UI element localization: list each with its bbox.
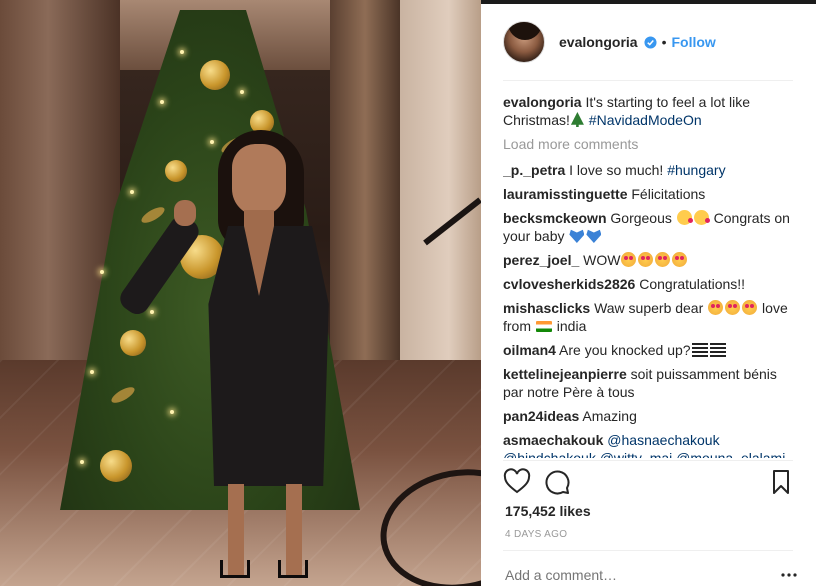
header-separator: •	[661, 34, 667, 50]
comment-bubble-icon[interactable]	[543, 468, 571, 496]
comment-text: WOW	[583, 252, 621, 268]
tree-light	[130, 190, 134, 194]
caption: evalongoria It's starting to feel a lot …	[503, 93, 795, 129]
comment-box-divider	[503, 550, 793, 551]
tree-light	[80, 460, 84, 464]
heart-eyes-emoji-icon	[621, 252, 637, 267]
tree-light	[90, 370, 94, 374]
christmas-tree-emoji-icon	[570, 112, 584, 127]
heart-eyes-emoji-icon	[742, 300, 758, 315]
comment-username[interactable]: mishasclicks	[503, 300, 590, 316]
list-item: mishasclicks Waw superb dear love from i…	[503, 299, 795, 335]
list-item: _p._petra I love so much! #hungary	[503, 161, 795, 179]
header-divider	[503, 80, 793, 81]
person-sandal	[220, 560, 250, 578]
more-options-icon[interactable]	[781, 573, 797, 577]
comment-mention[interactable]: @hindchakouk @witty_mai @mouna_elalami	[503, 450, 785, 458]
post-actions	[503, 468, 793, 498]
comment-text: india	[556, 318, 587, 334]
list-item: perez_joel_ WOW	[503, 251, 795, 269]
post-sidebar: evalongoria • Follow evalongoria It's st…	[481, 0, 816, 586]
blue-heart-emoji-icon	[569, 229, 585, 243]
tree-light	[180, 50, 184, 54]
comment-username[interactable]: asmaechakouk	[503, 432, 603, 448]
tree-light	[100, 270, 104, 274]
caption-username[interactable]: evalongoria	[503, 94, 582, 110]
likes-count[interactable]: 175,452 likes	[505, 503, 591, 519]
comment-username[interactable]: _p._petra	[503, 162, 565, 178]
gold-bauble	[100, 450, 132, 482]
list-item: oilman4 Are you knocked up?	[503, 341, 795, 359]
comment-username[interactable]: perez_joel_	[503, 252, 579, 268]
caption-hashtag[interactable]: #NavidadModeOn	[589, 112, 702, 128]
list-item: cvlovesherkids2826 Congratulations!!	[503, 275, 795, 293]
post-header: evalongoria • Follow	[481, 4, 816, 80]
comment-text: Félicitations	[631, 186, 706, 202]
unknown-glyph-emoji-icon	[691, 343, 708, 357]
comment-username[interactable]: becksmckeown	[503, 210, 607, 226]
list-item: asmaechakouk @hasnaechakouk @hindchakouk…	[503, 431, 795, 458]
heart-eyes-emoji-icon	[708, 300, 724, 315]
comment-text: Amazing	[582, 408, 637, 424]
person-waving-hand	[174, 200, 196, 226]
heart-eyes-emoji-icon	[725, 300, 741, 315]
heart-eyes-emoji-icon	[655, 252, 671, 267]
person-sandal	[278, 560, 308, 578]
list-item: pan24ideas Amazing	[503, 407, 795, 425]
comment-text: Gorgeous	[610, 210, 672, 226]
gold-bauble	[120, 330, 146, 356]
person-dress	[208, 226, 329, 486]
heart-eyes-emoji-icon	[638, 252, 654, 267]
comment-hashtag[interactable]: #hungary	[667, 162, 725, 178]
comment-username[interactable]: pan24ideas	[503, 408, 579, 424]
comment-username[interactable]: kettelinejeanpierre	[503, 366, 627, 382]
list-item: lauramisstinguette Félicitations	[503, 185, 795, 203]
bookmark-save-icon[interactable]	[767, 468, 795, 496]
comment-text: Congratulations!!	[639, 276, 746, 292]
kissing-face-emoji-icon	[676, 210, 693, 225]
kissing-face-emoji-icon	[693, 210, 710, 225]
list-item: kettelinejeanpierre soit puissamment bén…	[503, 365, 795, 401]
follow-button[interactable]: Follow	[672, 34, 716, 50]
comment-mention[interactable]: @hasnaechakouk	[607, 432, 719, 448]
tree-light	[150, 310, 154, 314]
tree-light	[240, 90, 244, 94]
unknown-glyph-emoji-icon	[709, 343, 726, 357]
blue-heart-emoji-icon	[586, 229, 602, 243]
heart-eyes-emoji-icon	[672, 252, 688, 267]
header-username[interactable]: evalongoria	[559, 34, 638, 50]
person-in-black-dress	[115, 130, 370, 586]
add-comment-input[interactable]	[505, 567, 755, 583]
like-heart-icon[interactable]	[503, 468, 531, 496]
person-face	[232, 144, 286, 216]
post-photo[interactable]	[0, 0, 481, 586]
comment-username[interactable]: cvlovesherkids2826	[503, 276, 635, 292]
tree-light	[160, 100, 164, 104]
post-timestamp: 4 DAYS AGO	[505, 529, 568, 540]
comment-text: I love so much!	[569, 162, 668, 178]
load-more-comments-button[interactable]: Load more comments	[503, 135, 795, 153]
actions-divider	[503, 460, 793, 461]
gold-bauble	[200, 60, 230, 90]
list-item: becksmckeown Gorgeous Congrats on your b…	[503, 209, 795, 245]
comments-list: evalongoria It's starting to feel a lot …	[503, 93, 795, 458]
comment-text: Are you knocked up?	[559, 342, 691, 358]
comment-username[interactable]: lauramisstinguette	[503, 186, 627, 202]
comment-text: Waw superb dear	[594, 300, 704, 316]
avatar[interactable]	[503, 21, 545, 63]
india-flag-emoji-icon	[535, 321, 552, 332]
verified-badge-icon	[644, 35, 657, 49]
comment-username[interactable]: oilman4	[503, 342, 556, 358]
